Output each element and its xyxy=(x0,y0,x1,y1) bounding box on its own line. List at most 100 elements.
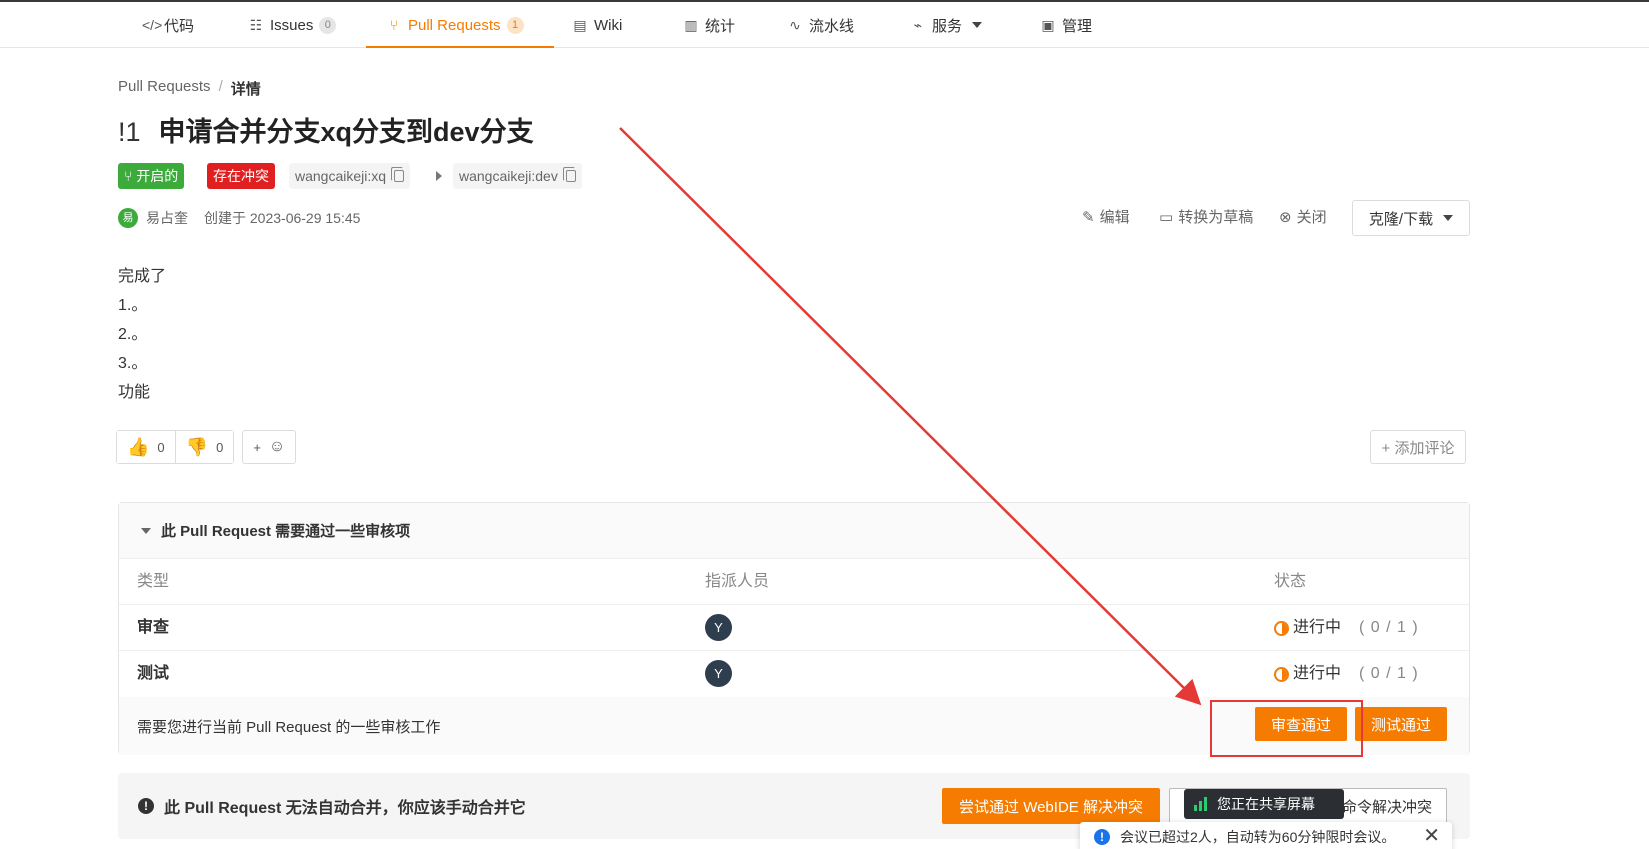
clone-download-label: 克隆/下载 xyxy=(1368,210,1434,228)
issues-icon: ☷ xyxy=(249,16,263,33)
breadcrumb-current: 详情 xyxy=(230,81,261,98)
pull-request-icon: ⑂ xyxy=(124,168,133,184)
description-line: 3.。 xyxy=(118,355,148,372)
thumbs-up-count: 0 xyxy=(157,439,165,455)
nav-tab-pull-requests[interactable]: ⑂ Pull Requests 1 xyxy=(386,2,524,48)
column-header-assignee: 指派人员 xyxy=(705,573,770,590)
edit-label: 编辑 xyxy=(1099,209,1130,226)
signal-bars-icon xyxy=(1194,797,1207,811)
nav-tab-stats[interactable]: ▥ 统计 xyxy=(683,2,735,48)
in-progress-icon xyxy=(1274,666,1289,682)
draft-icon: ▭ xyxy=(1159,208,1174,226)
nav-tab-services[interactable]: ⌁ 服务 xyxy=(910,2,983,48)
add-reaction-plus: + xyxy=(253,439,261,455)
description-line: 2.。 xyxy=(118,326,148,343)
source-branch: wangcaikeji:xq xyxy=(289,163,411,189)
breadcrumb-root-link[interactable]: Pull Requests xyxy=(118,78,211,99)
nav-tab-pull-requests-label: Pull Requests xyxy=(408,16,501,34)
smiley-icon: ☺ xyxy=(268,438,286,455)
review-status: 进行中 ( 0 / 1 ) xyxy=(1274,651,1419,697)
clone-download-button[interactable]: 克隆/下载 xyxy=(1352,200,1470,236)
close-pr-label: 关闭 xyxy=(1296,209,1327,226)
nav-tab-issues[interactable]: ☷ Issues 0 xyxy=(248,2,337,48)
avatar[interactable]: 易 xyxy=(118,208,138,228)
active-tab-underline xyxy=(366,46,554,48)
thumbs-up-button[interactable]: 👍 0 xyxy=(116,430,176,464)
copy-icon[interactable] xyxy=(391,167,405,182)
pull-requests-count-badge: 1 xyxy=(506,16,524,34)
column-header-type: 类型 xyxy=(137,573,170,590)
review-progress-count: ( 0 / 1 ) xyxy=(1359,619,1419,636)
branch-arrow-icon xyxy=(436,171,442,181)
review-action-text: 需要您进行当前 Pull Request 的一些审核工作 xyxy=(137,718,441,736)
convert-to-draft-button[interactable]: ▭ 转换为草稿 xyxy=(1159,206,1253,227)
author-row: 易 易占奎 创建于 2023-06-29 15:45 xyxy=(118,208,360,228)
nav-tab-issues-label: Issues xyxy=(270,16,314,34)
author-name[interactable]: 易占奎 xyxy=(146,208,188,228)
screen-share-label: 您正在共享屏幕 xyxy=(1217,796,1315,812)
convert-to-draft-label: 转换为草稿 xyxy=(1178,209,1254,226)
thumbs-down-button[interactable]: 👎 0 xyxy=(175,430,235,464)
nav-tab-code[interactable]: </> 代码 xyxy=(142,2,194,48)
pr-description: 完成了 1.。 2.。 3.。 功能 xyxy=(118,262,166,407)
merge-status-message: 此 Pull Request 无法自动合并，你应该手动合并它 xyxy=(164,800,526,817)
review-status-label: 进行中 xyxy=(1293,619,1342,636)
approve-test-button[interactable]: 测试通过 xyxy=(1355,707,1447,741)
book-icon: ▤ xyxy=(573,16,587,33)
avatar[interactable]: Y xyxy=(705,614,732,641)
review-type: 测试 xyxy=(137,665,170,682)
breadcrumb-separator: / xyxy=(218,78,223,95)
description-line: 功能 xyxy=(118,384,151,401)
description-line: 完成了 xyxy=(118,268,167,285)
pr-title-text: 申请合并分支xq分支到dev分支 xyxy=(158,117,534,147)
in-progress-icon xyxy=(1274,620,1289,636)
copy-icon[interactable] xyxy=(562,167,576,182)
resolve-with-webide-button[interactable]: 尝试通过 WebIDE 解决冲突 xyxy=(942,788,1160,824)
pipeline-icon: ∿ xyxy=(789,16,801,33)
reactions-bar: 👍 0 👎 0 + ☺ xyxy=(116,430,297,464)
nav-tab-manage-label: 管理 xyxy=(1062,17,1093,35)
status-badge-conflict: 存在冲突 xyxy=(207,163,275,189)
nav-tab-pipeline[interactable]: ∿ 流水线 xyxy=(787,2,854,48)
review-type: 审查 xyxy=(137,619,170,636)
edit-button[interactable]: ✎ 编辑 xyxy=(1082,206,1130,227)
pull-request-icon: ⑂ xyxy=(389,17,399,33)
screen-share-indicator[interactable]: 您正在共享屏幕 xyxy=(1184,789,1344,819)
thumbs-down-count: 0 xyxy=(216,439,224,455)
description-line: 1.。 xyxy=(118,297,148,314)
breadcrumb: Pull Requests / 详情 xyxy=(118,78,261,99)
nav-tab-wiki-label: Wiki xyxy=(594,16,623,34)
nav-tab-manage[interactable]: ▣ 管理 xyxy=(1040,2,1092,48)
status-open-label: 开启的 xyxy=(136,168,179,184)
pulse-icon: ⌁ xyxy=(913,16,923,33)
add-comment-button[interactable]: + 添加评论 xyxy=(1370,430,1466,464)
bar-chart-icon: ▥ xyxy=(684,16,698,33)
source-branch-label: wangcaikeji:xq xyxy=(295,168,387,184)
status-badge-open: ⑂ 开启的 xyxy=(118,163,185,189)
nav-tab-wiki[interactable]: ▤ Wiki xyxy=(572,2,622,48)
review-status-label: 进行中 xyxy=(1293,665,1342,682)
chevron-down-icon xyxy=(972,22,983,28)
code-icon: </> xyxy=(142,17,163,33)
vote-group: 👍 0 👎 0 xyxy=(116,430,235,464)
meeting-toast: ! 会议已超过2人，自动转为60分钟限时会议。 ✕ xyxy=(1080,822,1452,849)
edit-icon: ✎ xyxy=(1082,208,1095,226)
close-icon[interactable]: ✕ xyxy=(1423,826,1440,846)
collapse-triangle-icon xyxy=(141,527,151,534)
page-title: !1 申请合并分支xq分支到dev分支 xyxy=(118,110,534,149)
info-icon: ! xyxy=(138,798,154,814)
review-status: 进行中 ( 0 / 1 ) xyxy=(1274,605,1419,651)
nav-tab-code-label: 代码 xyxy=(164,17,195,35)
thumbs-down-icon: 👎 xyxy=(185,436,209,457)
settings-doc-icon: ▣ xyxy=(1041,16,1055,33)
review-panel-header[interactable]: 此 Pull Request 需要通过一些审核项 xyxy=(119,503,1469,559)
review-panel-title: 此 Pull Request 需要通过一些审核项 xyxy=(161,523,411,540)
table-row: 审查 Y 进行中 ( 0 / 1 ) xyxy=(119,605,1469,651)
close-pr-button[interactable]: ⊗ 关闭 xyxy=(1279,206,1327,227)
avatar[interactable]: Y xyxy=(705,660,732,687)
thumbs-up-icon: 👍 xyxy=(127,436,150,457)
add-reaction-button[interactable]: + ☺ xyxy=(242,430,297,464)
review-table-header: 类型 指派人员 状态 xyxy=(119,559,1469,605)
issues-count-badge: 0 xyxy=(319,16,337,34)
table-row: 测试 Y 进行中 ( 0 / 1 ) xyxy=(119,651,1469,697)
